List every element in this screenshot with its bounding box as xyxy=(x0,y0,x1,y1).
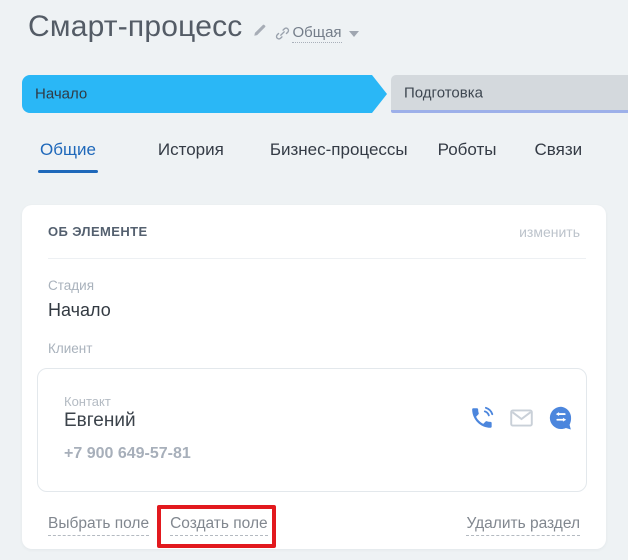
stage-bar: Начало Подготовка xyxy=(22,75,628,113)
envelope-icon[interactable] xyxy=(508,405,535,431)
section-title: ОБ ЭЛЕМЕНТЕ xyxy=(48,224,148,239)
contact-type-label: Контакт xyxy=(64,394,111,409)
tab-obshchie[interactable]: Общие xyxy=(40,140,96,173)
about-element-card: ОБ ЭЛЕМЕНТЕ изменить Стадия Начало Клиен… xyxy=(22,205,606,549)
tab-biznes-protsessy[interactable]: Бизнес-процессы xyxy=(270,140,408,173)
edit-section-link[interactable]: изменить xyxy=(519,224,580,240)
stage-label: Подготовка xyxy=(404,84,483,101)
section-divider xyxy=(48,258,586,259)
create-field-link[interactable]: Создать поле xyxy=(170,515,268,536)
stage-nachalo[interactable]: Начало xyxy=(22,75,372,113)
contact-phone[interactable]: +7 900 649-57-81 xyxy=(64,445,191,463)
edit-title-button[interactable] xyxy=(253,23,267,42)
chat-bubble-icon[interactable] xyxy=(548,405,574,431)
stage-field-label: Стадия xyxy=(48,278,94,293)
pencil-icon xyxy=(253,23,267,42)
tab-svyazi[interactable]: Связи xyxy=(535,140,583,173)
delete-section-link[interactable]: Удалить раздел xyxy=(466,515,580,536)
phone-icon[interactable] xyxy=(469,405,495,431)
stage-podgotovka[interactable]: Подготовка xyxy=(391,75,628,113)
tab-istoriya[interactable]: История xyxy=(158,140,224,173)
detail-tabs: Общие История Бизнес-процессы Роботы Свя… xyxy=(40,140,582,173)
tab-roboty[interactable]: Роботы xyxy=(438,140,497,173)
contact-card: Контакт Евгений +7 900 649-57-81 xyxy=(37,368,587,492)
section-footer: Выбрать поле Создать поле Удалить раздел xyxy=(48,515,580,536)
page-title: Смарт-процесс xyxy=(28,10,242,44)
chevron-down-icon xyxy=(349,31,359,37)
smart-process-page: Смарт-процесс Общая Начало Подготовка xyxy=(0,0,628,560)
stage-label: Начало xyxy=(35,86,87,103)
chain-link-icon xyxy=(275,26,290,41)
client-field-label: Клиент xyxy=(48,341,92,356)
page-header: Смарт-процесс Общая xyxy=(28,10,359,44)
pipeline-selector[interactable]: Общая xyxy=(275,24,358,43)
pipeline-label: Общая xyxy=(292,24,341,43)
stage-field-value: Начало xyxy=(48,300,111,321)
contact-actions xyxy=(469,405,574,431)
contact-name[interactable]: Евгений xyxy=(64,410,136,432)
select-field-link[interactable]: Выбрать поле xyxy=(48,515,149,536)
